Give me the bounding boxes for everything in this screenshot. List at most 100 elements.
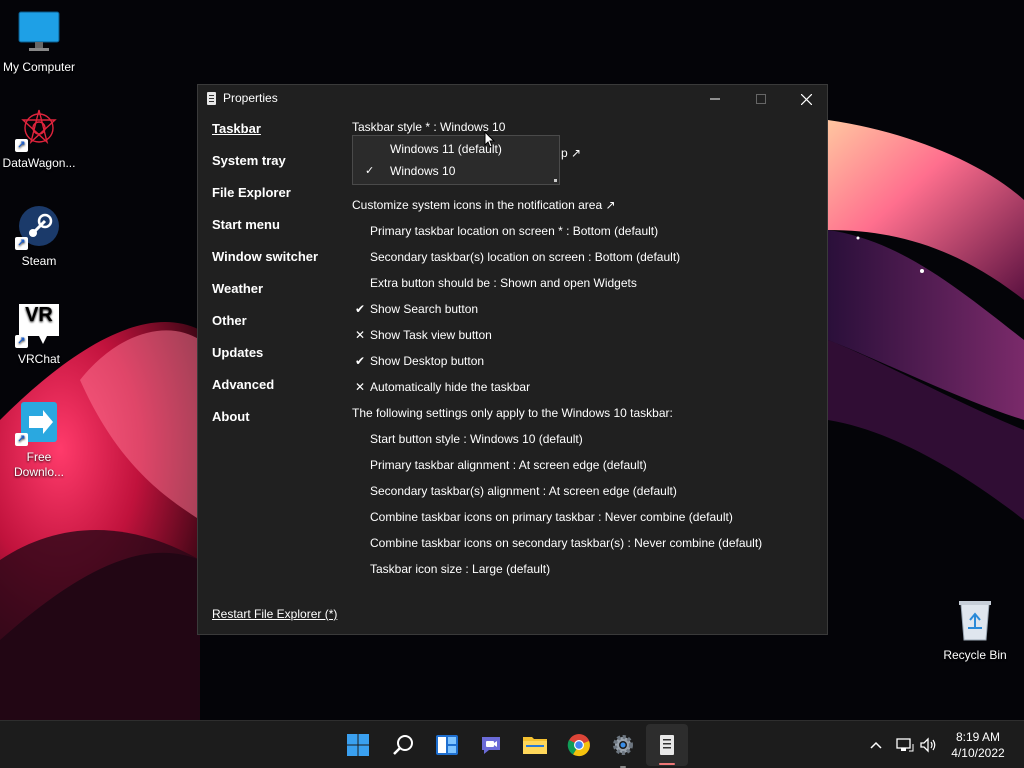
datawagon-icon: ↗ <box>15 106 61 152</box>
close-button[interactable] <box>783 85 829 113</box>
teams-chat-icon <box>482 737 500 754</box>
dropdown-option-windows-10[interactable]: Windows 10 <box>390 164 455 178</box>
desktop-icon-datawagon[interactable]: ↗ DataWagon... <box>0 106 78 171</box>
chat-button[interactable] <box>470 721 512 768</box>
taskbar-style-dropdown: Windows 11 (default) ✓ Windows 10 <box>352 135 560 185</box>
properties-app-icon <box>207 92 216 105</box>
setting-label: Show Task view button <box>370 328 492 342</box>
setting-label: Automatically hide the taskbar <box>370 380 531 394</box>
show-search-toggle[interactable]: ✔ Show Search button <box>355 302 479 316</box>
properties-window: Properties Taskbar System tray File Expl… <box>197 84 828 635</box>
setting-row[interactable]: Primary taskbar location on screen * : B… <box>370 224 658 238</box>
network-icon <box>896 738 914 752</box>
checkmark-icon: ✔ <box>354 354 366 368</box>
setting-row[interactable]: Combine taskbar icons on primary taskbar… <box>370 510 733 524</box>
nav-item-window-switcher[interactable]: Window switcher <box>212 249 318 281</box>
desktop-icon-label: VRChat <box>17 352 61 366</box>
desktop-icon-label: Recycle Bin <box>943 648 1007 662</box>
recycle-bin-icon <box>953 598 997 642</box>
windows-logo-icon <box>347 734 369 756</box>
close-icon <box>800 93 812 105</box>
checkmark-icon: ✔ <box>354 302 366 316</box>
resize-grip-icon <box>554 179 557 182</box>
network-button[interactable] <box>892 721 918 768</box>
window-title: Properties <box>223 91 278 105</box>
taskbar-style-setting[interactable]: Taskbar style * : Windows 10 <box>352 120 505 134</box>
setting-row[interactable]: Customize system icons in the notificati… <box>352 198 616 212</box>
title-bar[interactable]: Properties <box>198 85 827 113</box>
search-button[interactable] <box>382 721 424 768</box>
maximize-icon <box>756 94 766 104</box>
monitor-icon <box>17 10 61 54</box>
setting-row[interactable]: Extra button should be : Shown and open … <box>370 276 637 290</box>
checkmark-icon: ✓ <box>365 165 375 177</box>
hidden-setting-suffix[interactable]: p ↗ <box>561 146 581 160</box>
section-heading: The following settings only apply to the… <box>352 406 673 420</box>
show-hidden-icons-button[interactable] <box>864 721 888 768</box>
widgets-icon <box>436 735 458 755</box>
maximize-button[interactable] <box>738 85 784 113</box>
nav-item-weather[interactable]: Weather <box>212 281 318 313</box>
nav-item-start-menu[interactable]: Start menu <box>212 217 318 249</box>
desktop-icon-label: DataWagon... <box>2 156 76 170</box>
clock[interactable]: 8:19 AM 4/10/2022 <box>940 729 1016 761</box>
search-icon <box>393 735 413 755</box>
setting-row[interactable]: Secondary taskbar(s) location on screen … <box>370 250 680 264</box>
widgets-button[interactable] <box>426 721 468 768</box>
taskbar: 8:19 AM 4/10/2022 <box>0 720 1024 768</box>
desktop-icon-label: My Computer <box>2 60 76 74</box>
desktop-icon-my-computer[interactable]: My Computer <box>0 10 78 75</box>
chrome-icon <box>567 734 590 757</box>
setting-label: Show Search button <box>370 302 479 316</box>
mouse-cursor-icon <box>484 130 496 152</box>
nav-item-updates[interactable]: Updates <box>212 345 318 377</box>
setting-row[interactable]: Combine taskbar icons on secondary taskb… <box>370 536 762 550</box>
desktop-icon-recycle-bin[interactable]: Recycle Bin <box>936 598 1014 663</box>
desktop-icon-steam[interactable]: ↗ Steam <box>0 204 78 269</box>
restart-file-explorer-link[interactable]: Restart File Explorer (*) <box>212 607 337 621</box>
chevron-up-icon <box>870 741 882 749</box>
nav-item-taskbar[interactable]: Taskbar <box>212 121 318 153</box>
shortcut-arrow-icon: ↗ <box>15 433 28 446</box>
shortcut-arrow-icon: ↗ <box>15 139 28 152</box>
nav-item-other[interactable]: Other <box>212 313 318 345</box>
nav-item-advanced[interactable]: Advanced <box>212 377 318 409</box>
show-desktop-toggle[interactable]: ✔ Show Desktop button <box>355 354 485 368</box>
show-task-view-toggle[interactable]: ✕ Show Task view button <box>355 328 492 342</box>
vrchat-logo-text: VR <box>25 304 53 326</box>
nav-item-file-explorer[interactable]: File Explorer <box>212 185 318 217</box>
minimize-icon <box>710 98 720 100</box>
settings-button[interactable] <box>602 721 644 768</box>
volume-button[interactable] <box>917 721 941 768</box>
cross-icon: ✕ <box>354 328 366 342</box>
desktop-icon-label: Free Downlo... <box>13 450 65 479</box>
file-explorer-button[interactable] <box>514 721 556 768</box>
setting-row[interactable]: Start button style : Windows 10 (default… <box>370 432 583 446</box>
shortcut-arrow-icon: ↗ <box>15 237 28 250</box>
running-indicator <box>659 763 675 765</box>
cross-icon: ✕ <box>354 380 366 394</box>
desktop-icon-vrchat[interactable]: VR ↗ VRChat <box>0 302 78 367</box>
setting-label: Show Desktop button <box>370 354 485 368</box>
vrchat-icon: VR ↗ <box>15 302 61 348</box>
setting-row[interactable]: Secondary taskbar(s) alignment : At scre… <box>370 484 677 498</box>
minimize-button[interactable] <box>692 85 738 113</box>
desktop-icon-free-download-manager[interactable]: ↗ Free Downlo... <box>0 400 78 480</box>
clock-time: 8:19 AM <box>955 730 1001 744</box>
properties-app-icon <box>660 735 674 755</box>
gear-icon <box>613 735 633 755</box>
chrome-button[interactable] <box>558 721 600 768</box>
shortcut-arrow-icon: ↗ <box>15 335 28 348</box>
setting-row[interactable]: Taskbar icon size : Large (default) <box>370 562 550 576</box>
start-button[interactable] <box>337 721 379 768</box>
nav-item-system-tray[interactable]: System tray <box>212 153 318 185</box>
setting-row[interactable]: Primary taskbar alignment : At screen ed… <box>370 458 647 472</box>
speaker-icon <box>920 737 936 753</box>
folder-icon <box>523 737 547 754</box>
desktop-icon-label: Steam <box>21 254 57 268</box>
settings-nav: Taskbar System tray File Explorer Start … <box>212 121 318 441</box>
steam-icon: ↗ <box>15 204 61 250</box>
nav-item-about[interactable]: About <box>212 409 318 441</box>
properties-taskbar-button[interactable] <box>646 724 688 766</box>
auto-hide-taskbar-toggle[interactable]: ✕ Automatically hide the taskbar <box>355 380 531 394</box>
